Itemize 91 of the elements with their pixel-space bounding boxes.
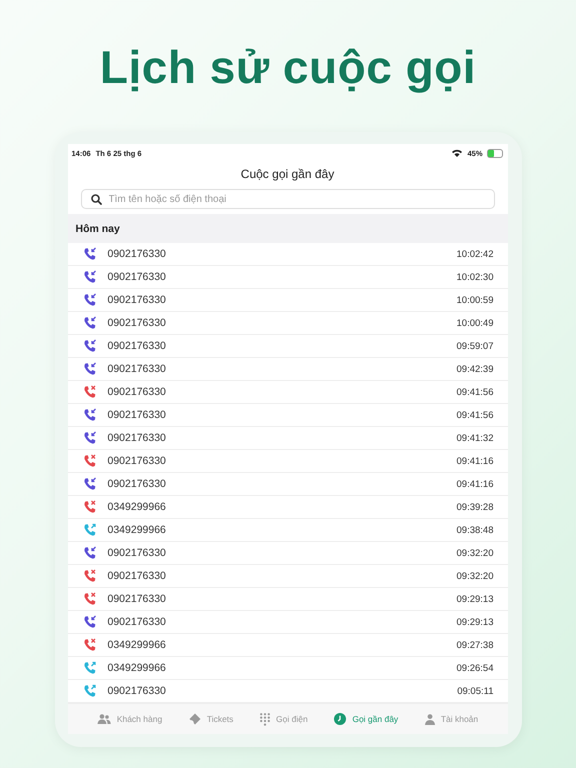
phone-number: 0902176330: [108, 455, 167, 467]
outgoing-call-icon: [82, 661, 96, 675]
ticket-icon: [188, 713, 201, 725]
outgoing-call-icon: [82, 684, 96, 698]
incoming-call-icon: [82, 362, 96, 376]
phone-number: 0349299966: [108, 662, 167, 674]
call-row[interactable]: 0902176330 09:41:16: [68, 473, 508, 496]
call-time: 09:05:11: [457, 686, 494, 696]
call-row[interactable]: 0902176330 09:32:20: [68, 565, 508, 588]
phone-number: 0902176330: [108, 616, 167, 628]
call-time: 09:41:16: [456, 456, 494, 466]
call-time: 09:41:32: [456, 432, 494, 444]
phone-number: 0349299966: [108, 524, 167, 536]
call-time: 10:02:30: [456, 272, 494, 282]
call-time: 10:00:49: [456, 318, 494, 328]
missed-call-icon: [82, 592, 96, 606]
call-time: 09:41:56: [456, 410, 494, 420]
call-time: 09:29:13: [456, 594, 494, 604]
call-row[interactable]: 0349299966 09:27:38: [68, 634, 508, 657]
headline: Lịch sử cuộc gọi: [100, 40, 476, 95]
call-time: 09:38:48: [456, 524, 494, 536]
phone-number: 0902176330: [108, 363, 167, 375]
phone-number: 0902176330: [108, 248, 167, 260]
search-field[interactable]: Tìm tên hoặc số điện thoại: [80, 189, 494, 209]
call-row[interactable]: 0349299966 09:26:54: [68, 657, 508, 680]
call-time: 09:59:07: [456, 340, 494, 352]
call-row[interactable]: 0902176330 10:00:49: [68, 312, 508, 335]
phone-number: 0902176330: [108, 685, 167, 697]
clock-icon: [334, 713, 346, 725]
call-time: 09:41:16: [456, 478, 494, 490]
phone-number: 0902176330: [108, 386, 167, 398]
call-time: 09:39:28: [456, 502, 494, 512]
call-time: 09:32:20: [456, 548, 494, 558]
search-icon: [90, 194, 102, 205]
wifi-icon: [452, 149, 462, 157]
call-time: 09:27:38: [456, 640, 494, 650]
phone-number: 0902176330: [108, 547, 167, 559]
call-row[interactable]: 0902176330 09:41:56: [68, 404, 508, 427]
call-time: 09:41:56: [456, 386, 494, 398]
call-row[interactable]: 0902176330 10:02:42: [68, 243, 508, 266]
incoming-call-icon: [82, 270, 96, 284]
call-row[interactable]: 0902176330 09:41:32: [68, 427, 508, 450]
missed-call-icon: [82, 638, 96, 652]
call-time: 09:32:20: [456, 570, 494, 582]
missed-call-icon: [82, 569, 96, 583]
people-icon: [96, 714, 111, 724]
outgoing-call-icon: [82, 523, 96, 537]
phone-number: 0902176330: [108, 317, 167, 329]
phone-number: 0902176330: [108, 478, 167, 490]
incoming-call-icon: [82, 546, 96, 560]
phone-number: 0902176330: [108, 340, 167, 352]
incoming-call-icon: [82, 477, 96, 491]
phone-number: 0902176330: [108, 593, 167, 605]
missed-call-icon: [82, 454, 96, 468]
call-time: 10:02:42: [456, 248, 494, 260]
phone-number: 0902176330: [108, 409, 167, 421]
call-row[interactable]: 0902176330 09:41:56: [68, 381, 508, 404]
missed-call-icon: [82, 500, 96, 514]
call-time: 10:00:59: [456, 294, 494, 306]
call-row[interactable]: 0349299966 09:38:48: [68, 519, 508, 542]
battery-icon: [488, 150, 502, 156]
phone-number: 0902176330: [108, 271, 167, 283]
missed-call-icon: [82, 385, 96, 399]
phone-number: 0349299966: [108, 501, 167, 513]
incoming-call-icon: [82, 431, 96, 445]
incoming-call-icon: [82, 339, 96, 353]
screen-title: Cuộc gọi gần đây: [240, 167, 336, 183]
call-row[interactable]: 0902176330 09:41:16: [68, 450, 508, 473]
call-time: 09:42:39: [456, 364, 494, 374]
call-row[interactable]: 0349299966 09:39:28: [68, 496, 508, 519]
person-icon: [424, 714, 435, 724]
phone-number: 0902176330: [108, 294, 167, 306]
phone-number: 0349299966: [108, 639, 167, 651]
call-row[interactable]: 0902176330 10:00:59: [68, 289, 508, 312]
keypad-icon: [260, 712, 270, 726]
incoming-call-icon: [82, 615, 96, 629]
section-header: Hôm nay: [68, 214, 508, 243]
call-row[interactable]: 0902176330 09:42:39: [68, 358, 508, 381]
incoming-call-icon: [82, 408, 96, 422]
call-row[interactable]: 0902176330 10:02:30: [68, 266, 508, 289]
call-row[interactable]: 0902176330 09:29:13: [68, 611, 508, 634]
call-row[interactable]: 0902176330 09:59:07: [68, 335, 508, 358]
incoming-call-icon: [82, 316, 96, 330]
incoming-call-icon: [82, 247, 96, 261]
call-row[interactable]: 0902176330 09:29:13: [68, 588, 508, 611]
incoming-call-icon: [82, 293, 96, 307]
phone-number: 0902176330: [108, 432, 167, 444]
call-time: 09:26:54: [456, 662, 494, 674]
phone-number: 0902176330: [108, 570, 167, 582]
call-time: 09:29:13: [456, 616, 494, 628]
call-row[interactable]: 0902176330 09:32:20: [68, 542, 508, 565]
